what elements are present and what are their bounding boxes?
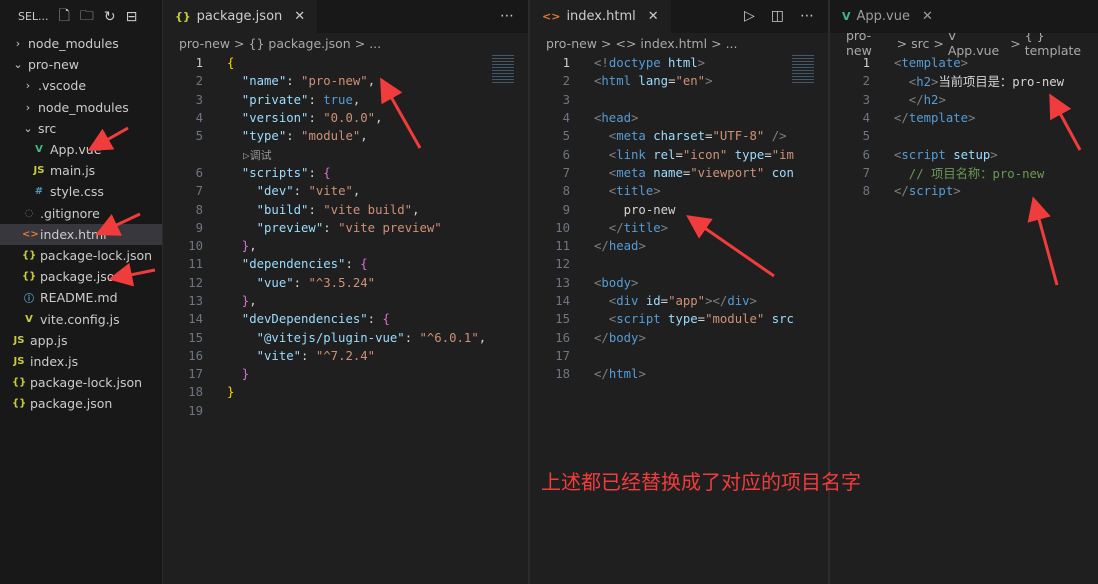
- arrow: [108, 262, 156, 287]
- arrow: [87, 126, 129, 151]
- arrow: [1027, 196, 1059, 286]
- annotation-arrows: [87, 77, 1082, 287]
- arrow: [380, 77, 422, 149]
- arrow: [686, 215, 775, 278]
- arrow: [1049, 93, 1082, 151]
- arrow: [95, 212, 141, 236]
